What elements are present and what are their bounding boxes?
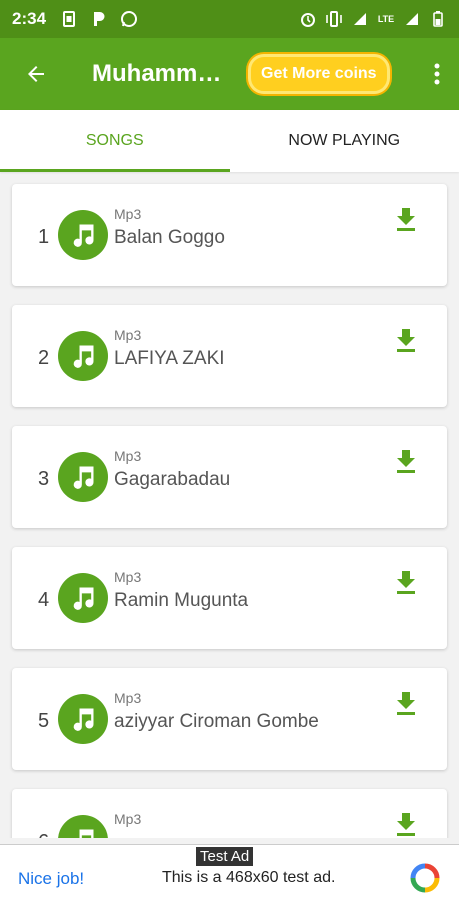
song-format: Mp3: [114, 690, 142, 706]
ad-body-text: This is a 468x60 test ad.: [162, 869, 336, 886]
notification-icons: [60, 10, 138, 28]
song-title: Balan Goggo: [114, 227, 225, 248]
alarm-icon: [299, 10, 317, 28]
ad-nice-text: Nice job!: [18, 869, 85, 888]
download-icon[interactable]: [395, 448, 417, 474]
song-number: 2: [38, 347, 50, 369]
song-item[interactable]: 5 Mp3 aziyyar Ciroman Gombe: [12, 668, 447, 770]
download-icon[interactable]: [395, 569, 417, 595]
vibrate-icon: [325, 10, 343, 28]
song-number: 3: [38, 468, 50, 490]
song-item[interactable]: 4 Mp3 Ramin Mugunta: [12, 547, 447, 649]
song-number: 4: [38, 589, 50, 611]
song-format: Mp3: [114, 448, 142, 464]
song-title: Ramin Mugunta: [114, 590, 249, 611]
song-number: 5: [38, 710, 50, 732]
tab-bar: SONGS NOW PLAYING: [0, 110, 459, 172]
song-format: Mp3: [114, 206, 142, 222]
ad-choices-logo-icon[interactable]: [410, 863, 440, 893]
signal-2-icon: [403, 10, 421, 28]
song-format: Mp3: [114, 569, 142, 585]
test-ad-label: Test Ad: [196, 847, 254, 866]
system-icons: LTE: [299, 10, 447, 28]
p-app-icon: [90, 10, 108, 28]
song-title: Gagarabadau: [114, 469, 231, 490]
music-note-icon: [58, 210, 108, 260]
song-title: aziyyar Ciroman Gombe: [114, 711, 319, 732]
song-format: Mp3: [114, 327, 142, 343]
music-note-icon: [58, 694, 108, 744]
song-item[interactable]: 2 Mp3 LAFIYA ZAKI: [12, 305, 447, 407]
app-bar: Muhammad Ali Yaro Get More coins: [0, 38, 459, 110]
song-format: Mp3: [114, 811, 142, 827]
song-number: 1: [38, 226, 50, 248]
song-item[interactable]: 1 Mp3 Balan Goggo: [12, 184, 447, 286]
back-button[interactable]: [0, 38, 72, 110]
music-note-icon: [58, 573, 108, 623]
status-bar: 2:34 LTE: [0, 0, 459, 38]
clock-time: 2:34: [12, 9, 47, 28]
page-title: Muhammad Ali Yaro: [92, 60, 232, 87]
overflow-menu-button[interactable]: [415, 38, 459, 110]
battery-icon: [429, 10, 447, 28]
tab-songs[interactable]: SONGS: [0, 110, 230, 172]
download-icon[interactable]: [395, 811, 417, 837]
more-vert-icon: [434, 63, 440, 85]
music-note-icon: [58, 331, 108, 381]
song-title: LAFIYA ZAKI: [114, 348, 225, 369]
song-item[interactable]: 6 Mp3: [12, 789, 447, 838]
arrow-back-icon: [28, 66, 44, 82]
get-more-coins-button[interactable]: Get More coins: [248, 54, 390, 94]
sim-card-icon: [60, 10, 78, 28]
music-note-icon: [58, 815, 108, 838]
song-list[interactable]: 1 Mp3 Balan Goggo 2 Mp3 LAFIYA ZAKI 3 Mp…: [0, 172, 459, 838]
music-note-icon: [58, 452, 108, 502]
download-icon[interactable]: [395, 327, 417, 353]
download-icon[interactable]: [395, 690, 417, 716]
whatsapp-icon: [120, 10, 138, 28]
tab-now-playing[interactable]: NOW PLAYING: [230, 110, 459, 172]
song-item[interactable]: 3 Mp3 Gagarabadau: [12, 426, 447, 528]
lte-indicator: LTE: [377, 14, 395, 24]
song-number: 6: [38, 831, 49, 838]
download-icon[interactable]: [395, 206, 417, 232]
signal-icon: [351, 10, 369, 28]
